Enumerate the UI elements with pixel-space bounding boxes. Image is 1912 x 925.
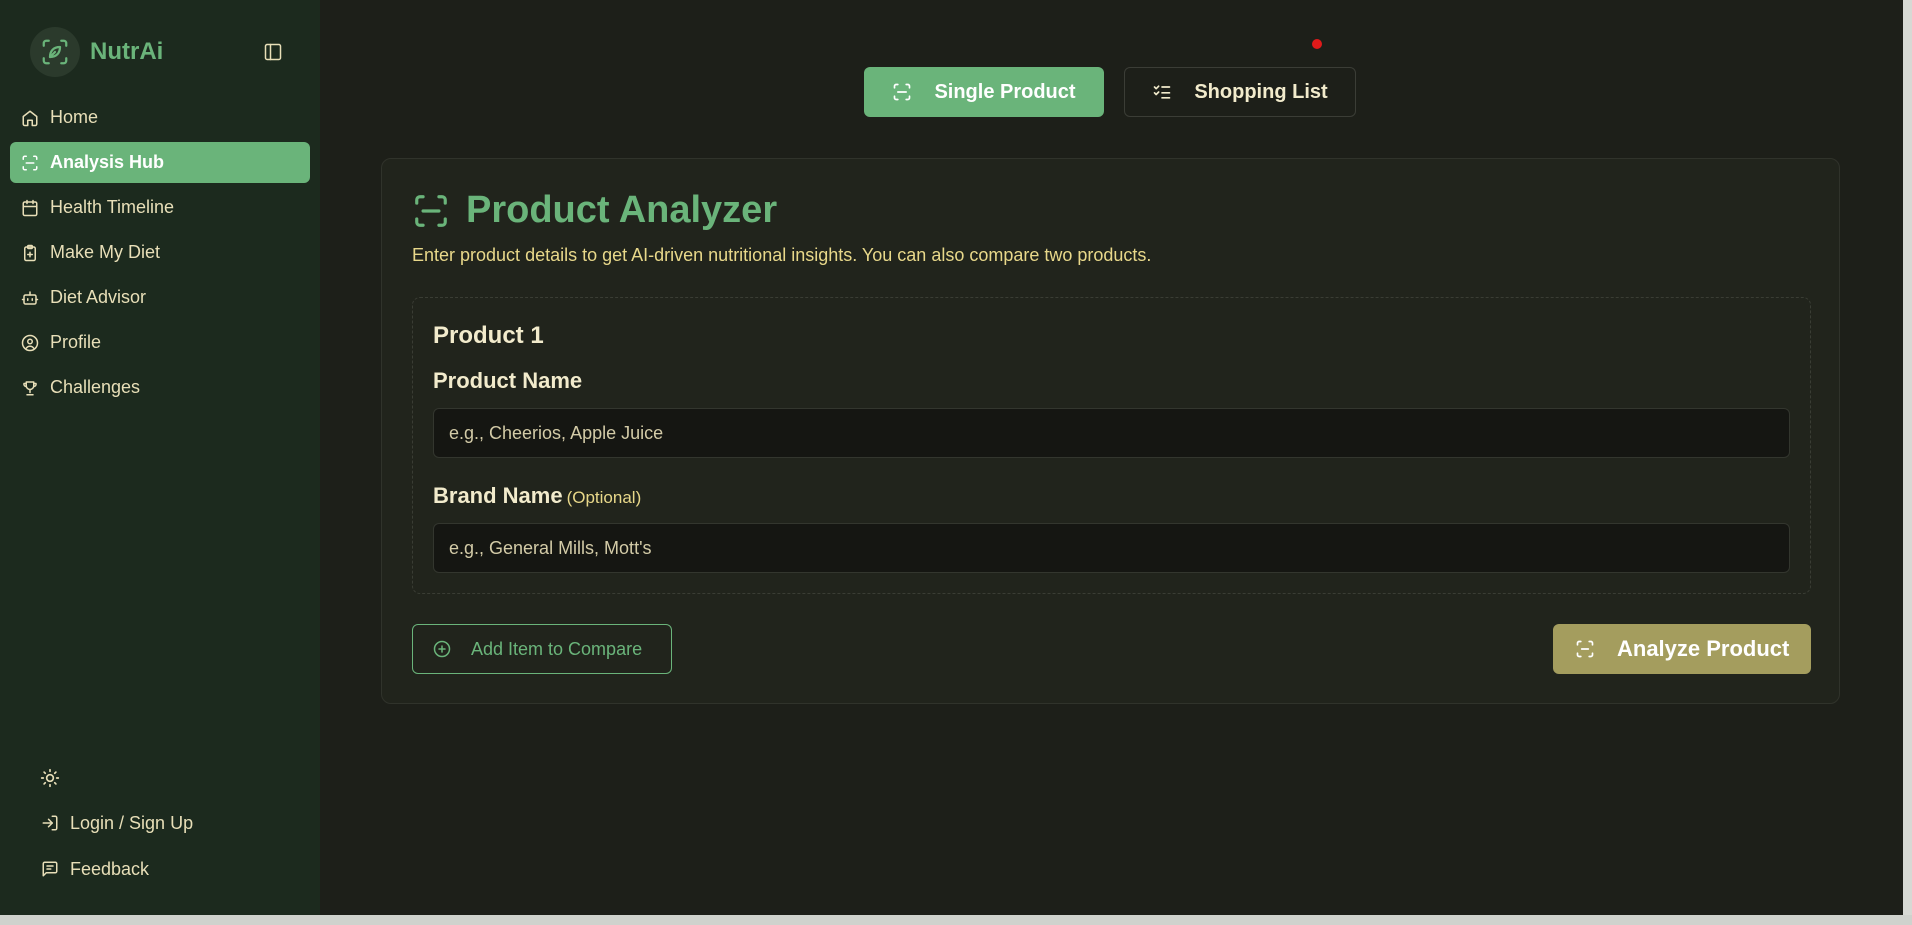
sidebar-item-analysis-hub[interactable]: Analysis Hub bbox=[10, 142, 310, 183]
product-name-input[interactable] bbox=[433, 408, 1790, 458]
sun-icon bbox=[40, 768, 60, 793]
sidebar-item-make-my-diet[interactable]: Make My Diet bbox=[10, 232, 310, 273]
sidebar-item-diet-advisor[interactable]: Diet Advisor bbox=[10, 277, 310, 318]
plus-circle-icon bbox=[433, 640, 451, 658]
sidebar-item-label: Analysis Hub bbox=[50, 152, 165, 172]
scan-icon bbox=[892, 82, 912, 102]
mode-tabs: Single Product Shopping List bbox=[864, 67, 1356, 117]
scan-icon bbox=[20, 153, 40, 173]
analyze-label: Analyze Product bbox=[1617, 636, 1790, 661]
page-subtitle: Enter product details to get AI-driven n… bbox=[412, 245, 1152, 265]
sidebar: NutrAi Home Analysis Hub Health Timeline bbox=[0, 0, 320, 915]
page-title: Product Analyzer bbox=[466, 189, 778, 231]
login-icon bbox=[40, 813, 60, 833]
compare-label: Add Item to Compare bbox=[471, 638, 643, 659]
brand-name-input[interactable] bbox=[433, 523, 1790, 573]
sidebar-toggle-icon[interactable] bbox=[261, 40, 285, 64]
tab-single-product[interactable]: Single Product bbox=[864, 67, 1104, 117]
scan-icon bbox=[1575, 639, 1595, 659]
sidebar-item-challenges[interactable]: Challenges bbox=[10, 367, 310, 408]
sidebar-item-label: Health Timeline bbox=[50, 197, 175, 217]
theme-toggle-button[interactable] bbox=[30, 762, 70, 798]
sidebar-item-home[interactable]: Home bbox=[10, 97, 310, 138]
sidebar-bottom: Login / Sign Up Feedback bbox=[30, 762, 290, 890]
brand-name-label: Brand Name (Optional) bbox=[433, 483, 641, 509]
tab-label: Shopping List bbox=[1194, 80, 1328, 103]
login-signup-link[interactable]: Login / Sign Up bbox=[30, 802, 290, 844]
brand[interactable]: NutrAi bbox=[30, 26, 163, 78]
product-name-label-text: Product Name bbox=[433, 368, 583, 393]
list-checks-icon bbox=[1152, 82, 1172, 102]
product-form: Product 1 Product Name Brand Name(Option… bbox=[412, 297, 1811, 594]
brand-name-label-text: Brand Name bbox=[433, 483, 563, 508]
clipboard-icon bbox=[20, 243, 40, 263]
tab-label: Single Product bbox=[934, 80, 1076, 103]
message-square-icon bbox=[40, 859, 60, 879]
leaf-scan-logo-icon bbox=[30, 27, 80, 77]
calendar-icon bbox=[20, 198, 40, 218]
app-name: NutrAi bbox=[90, 38, 164, 65]
product-title: Product 1 bbox=[433, 322, 544, 349]
optional-tag: (Optional) bbox=[566, 488, 642, 507]
feedback-label: Feedback bbox=[70, 858, 150, 879]
card-header: Product Analyzer bbox=[412, 189, 777, 232]
sidebar-item-label: Challenges bbox=[50, 377, 141, 397]
window-edge bbox=[1903, 0, 1912, 925]
window-edge-bottom bbox=[0, 915, 1912, 925]
sidebar-item-health-timeline[interactable]: Health Timeline bbox=[10, 187, 310, 228]
scan-icon bbox=[412, 192, 450, 230]
tab-shopping-list[interactable]: Shopping List bbox=[1124, 67, 1356, 117]
sidebar-item-label: Profile bbox=[50, 332, 102, 352]
sidebar-item-label: Make My Diet bbox=[50, 242, 161, 262]
bot-icon bbox=[20, 288, 40, 308]
trophy-icon bbox=[20, 378, 40, 398]
feedback-link[interactable]: Feedback bbox=[30, 848, 290, 890]
home-icon bbox=[20, 108, 40, 128]
sidebar-nav: Home Analysis Hub Health Timeline Make M… bbox=[10, 97, 310, 412]
analyze-product-button[interactable]: Analyze Product bbox=[1553, 624, 1811, 674]
sidebar-item-label: Diet Advisor bbox=[50, 287, 147, 307]
sidebar-item-label: Home bbox=[50, 107, 99, 127]
sidebar-item-profile[interactable]: Profile bbox=[10, 322, 310, 363]
product-analyzer-card: Product Analyzer Enter product details t… bbox=[381, 158, 1840, 704]
notification-dot bbox=[1312, 39, 1322, 49]
user-circle-icon bbox=[20, 333, 40, 353]
add-item-to-compare-button[interactable]: Add Item to Compare bbox=[412, 624, 672, 674]
login-label: Login / Sign Up bbox=[70, 812, 194, 833]
product-name-label: Product Name bbox=[433, 368, 582, 394]
